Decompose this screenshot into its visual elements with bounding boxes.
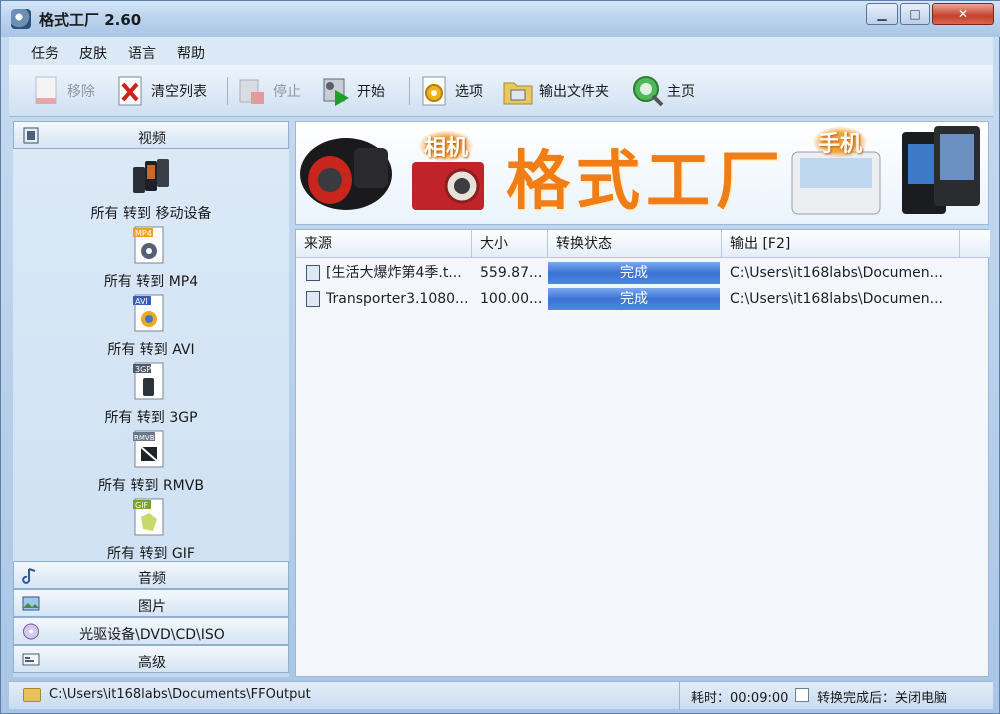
category-optical-drive[interactable]: 光驱设备\DVD\CD\ISO — [13, 617, 289, 645]
menu-skin[interactable]: 皮肤 — [79, 43, 107, 63]
row-size: 559.87... — [480, 265, 543, 281]
folder-icon — [503, 74, 533, 108]
task-table: 来源 大小 转换状态 输出 [F2] [生活大爆炸第4季.t... 559.87… — [295, 229, 990, 677]
home-button[interactable]: 主页 — [631, 73, 695, 109]
stop-button[interactable]: 停止 — [237, 73, 301, 109]
format-item-avi[interactable]: AVI 所有 转到 AVI — [13, 293, 289, 361]
clear-list-button[interactable]: 清空列表 — [115, 73, 207, 109]
column-header-output[interactable]: 输出 [F2] — [722, 230, 960, 258]
options-button[interactable]: 选项 — [419, 73, 483, 109]
toolbar: 移除 清空列表 停止 开始 选项 输出文件夹 主页 — [9, 65, 993, 117]
row-source: Transporter3.1080... — [326, 291, 469, 307]
category-video[interactable]: 视频 — [13, 121, 289, 149]
column-header-filler — [960, 230, 990, 258]
menu-task[interactable]: 任务 — [31, 43, 59, 63]
close-button[interactable]: ✕ — [932, 3, 994, 25]
row-status-progress: 完成 — [548, 262, 720, 284]
row-output: C:\Users\it168labs\Documen... — [730, 265, 943, 281]
start-icon — [321, 74, 351, 108]
row-output: C:\Users\it168labs\Documen... — [730, 291, 943, 307]
format-item-gif[interactable]: GIF 所有 转到 GIF — [13, 497, 289, 561]
svg-text:MP4: MP4 — [135, 229, 152, 238]
svg-text:3GP: 3GP — [135, 365, 151, 374]
minimize-button[interactable]: ▁ — [866, 3, 898, 25]
svg-text:AVI: AVI — [135, 297, 148, 306]
format-item-3gp[interactable]: 3GP 所有 转到 3GP — [13, 361, 289, 429]
category-audio[interactable]: 音频 — [13, 561, 289, 589]
output-path[interactable]: C:\Users\it168labs\Documents\FFOutput — [49, 687, 311, 702]
output-folder-icon[interactable] — [23, 688, 41, 702]
3gp-file-icon: 3GP — [131, 361, 167, 401]
shutdown-after-label[interactable]: 转换完成后：关闭电脑 — [817, 687, 947, 706]
avi-file-icon: AVI — [131, 293, 167, 333]
camera-tag: 相机 — [418, 130, 475, 162]
status-bar: C:\Users\it168labs\Documents\FFOutput 耗时… — [9, 681, 993, 710]
column-header-source[interactable]: 来源 — [296, 230, 472, 258]
toolbar-separator — [409, 77, 410, 105]
video-file-icon — [306, 291, 320, 307]
window-title: 格式工厂 2.60 — [39, 11, 142, 29]
banner-title: 格式工厂 — [506, 145, 786, 219]
menu-bar: 任务 皮肤 语言 帮助 — [9, 37, 993, 65]
svg-text:GIF: GIF — [135, 501, 149, 510]
category-panel: 视频 所有 转到 移动设备 MP4 所有 转到 MP4 AVI 所有 转到 AV… — [13, 121, 289, 677]
format-item-mobile[interactable]: 所有 转到 移动设备 — [13, 157, 289, 225]
row-status-progress: 完成 — [548, 288, 720, 310]
format-item-mp4[interactable]: MP4 所有 转到 MP4 — [13, 225, 289, 293]
output-folder-button[interactable]: 输出文件夹 — [503, 73, 609, 109]
mobile-devices-icon — [131, 157, 169, 197]
status-divider — [679, 682, 680, 710]
column-header-size[interactable]: 大小 — [472, 230, 548, 258]
globe-magnifier-icon — [631, 74, 664, 108]
toolbar-separator — [227, 77, 228, 105]
stop-icon — [237, 74, 267, 108]
remove-icon — [31, 74, 61, 108]
shutdown-after-checkbox[interactable] — [795, 688, 809, 702]
category-advanced[interactable]: 高级 — [13, 645, 289, 673]
row-source: [生活大爆炸第4季.t... — [326, 265, 462, 281]
promo-banner: 相机 手机 格式工厂 — [295, 121, 989, 225]
elapsed-time: 耗时：00:09:00 — [691, 691, 789, 706]
app-logo-icon — [11, 9, 31, 29]
clear-list-icon — [115, 74, 145, 108]
gif-file-icon: GIF — [131, 497, 167, 537]
start-button[interactable]: 开始 — [321, 73, 385, 109]
table-row[interactable]: Transporter3.1080... 100.00... 完成 C:\Use… — [296, 286, 990, 312]
format-item-rmvb[interactable]: RMVB 所有 转到 RMVB — [13, 429, 289, 497]
app-window: 格式工厂 2.60 ▁ □ ✕ 任务 皮肤 语言 帮助 移除 清空列表 停止 开… — [0, 0, 1000, 714]
gear-icon — [419, 74, 449, 108]
menu-help[interactable]: 帮助 — [177, 43, 205, 63]
menu-language[interactable]: 语言 — [128, 43, 156, 63]
category-picture[interactable]: 图片 — [13, 589, 289, 617]
svg-text:RMVB: RMVB — [134, 434, 155, 442]
video-file-icon — [306, 265, 320, 281]
maximize-button[interactable]: □ — [900, 3, 930, 25]
title-bar[interactable]: 格式工厂 2.60 ▁ □ ✕ — [1, 1, 1000, 37]
row-size: 100.00... — [480, 291, 543, 307]
video-format-list: 所有 转到 移动设备 MP4 所有 转到 MP4 AVI 所有 转到 AVI 3… — [13, 149, 289, 561]
phone-tag: 手机 — [812, 126, 869, 158]
remove-button[interactable]: 移除 — [31, 73, 95, 109]
rmvb-file-icon: RMVB — [131, 429, 167, 469]
column-header-status[interactable]: 转换状态 — [548, 230, 722, 258]
mp4-file-icon: MP4 — [131, 225, 167, 265]
table-row[interactable]: [生活大爆炸第4季.t... 559.87... 完成 C:\Users\it1… — [296, 260, 990, 286]
